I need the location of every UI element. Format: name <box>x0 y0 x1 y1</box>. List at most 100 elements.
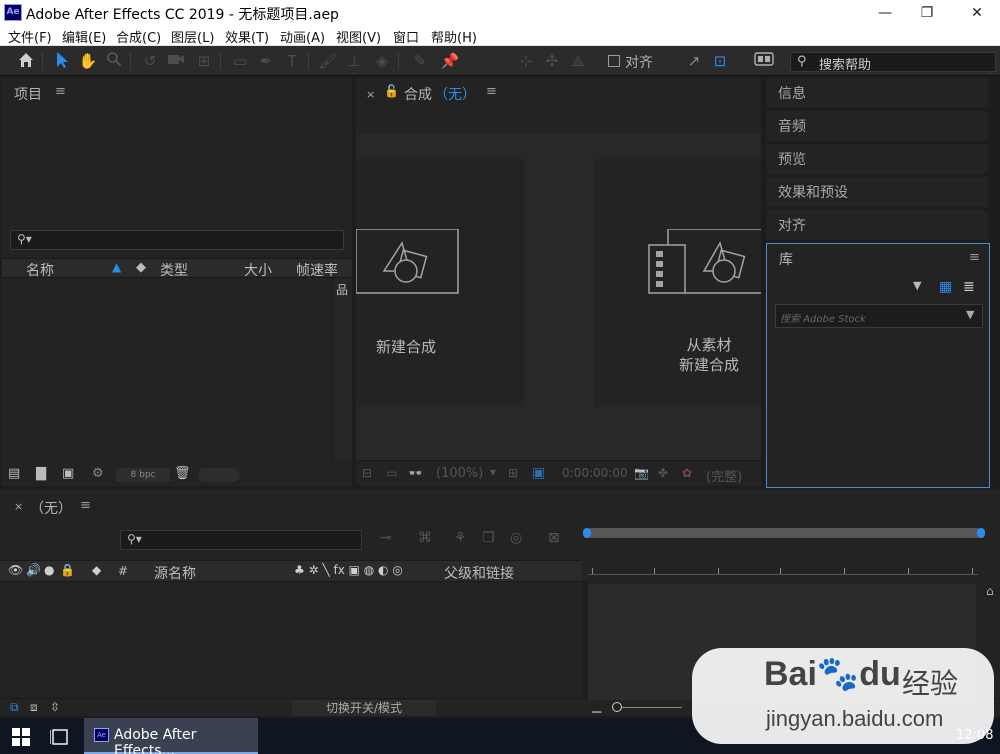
composition-tab-value[interactable]: （无） <box>434 84 476 104</box>
library-select[interactable]: ▼ <box>777 278 929 298</box>
column-size[interactable]: 大小 <box>244 260 272 280</box>
adobe-stock-search-input[interactable]: 搜索 Adobe Stock ▼ <box>775 304 983 328</box>
audio-speaker-icon[interactable]: 🔊 <box>26 563 41 577</box>
parent-link-column[interactable]: 父级和链接 <box>444 563 514 583</box>
close-button[interactable]: ✕ <box>954 0 1000 26</box>
column-type[interactable]: 类型 <box>160 260 188 280</box>
rectangle-tool-icon[interactable]: ▭ <box>230 51 250 71</box>
local-axis-icon[interactable]: ⊹ <box>516 51 536 71</box>
transfer-controls-icon[interactable]: ⧈ <box>30 700 38 715</box>
menu-composition[interactable]: 合成(C) <box>116 27 161 46</box>
taskbar-after-effects-app[interactable]: Ae Adobe After Effects... <box>84 718 258 754</box>
snapshot-icon[interactable]: 📷 <box>634 466 649 480</box>
menu-file[interactable]: 文件(F) <box>8 27 52 46</box>
close-tab-icon[interactable]: × <box>14 500 23 513</box>
shy-layers-icon[interactable]: ⌘ <box>418 530 432 546</box>
restore-button[interactable]: ❐ <box>904 0 950 26</box>
zoom-out-icon[interactable]: ▁ <box>592 699 601 713</box>
eraser-tool-icon[interactable]: ◈ <box>372 51 392 71</box>
project-settings-icon[interactable]: ⚙ <box>92 466 104 481</box>
trash-icon[interactable]: 🗑 <box>174 466 191 481</box>
pan-behind-tool-icon[interactable]: ⊞ <box>194 51 214 71</box>
flowchart-icon[interactable]: 品 <box>336 281 348 298</box>
label-tag-icon[interactable]: ◆ <box>136 260 146 275</box>
panel-menu-icon[interactable]: ≡ <box>55 84 66 99</box>
snap-arrow-icon[interactable]: ↗ <box>684 51 704 71</box>
close-tab-icon[interactable]: × <box>366 88 375 101</box>
panel-menu-icon[interactable]: ≡ <box>969 250 980 265</box>
motion-blur-icon[interactable]: ❐ <box>482 530 495 546</box>
visibility-eye-icon[interactable]: 👁 <box>8 563 23 577</box>
lock-icon[interactable]: 🔓 <box>384 84 399 98</box>
in-out-icon[interactable]: ⇳ <box>50 700 60 714</box>
brush-tool-icon[interactable]: 🖌 <box>318 51 338 71</box>
audio-panel-tab[interactable]: 音频 <box>766 111 988 141</box>
zoom-slider-track[interactable] <box>612 707 682 708</box>
source-name-column[interactable]: 源名称 <box>154 563 196 583</box>
mask-icon[interactable]: 👓 <box>408 466 423 480</box>
grid-icon[interactable]: ▣ <box>532 465 545 481</box>
minimize-button[interactable]: — <box>862 0 908 26</box>
workspace-icon[interactable] <box>754 51 774 71</box>
solo-dot-icon[interactable]: ● <box>44 563 54 577</box>
panel-menu-icon[interactable]: ≡ <box>80 498 91 513</box>
windows-start-icon[interactable] <box>12 728 30 750</box>
pen-tool-icon[interactable]: ✒ <box>256 51 276 71</box>
toggle-switches-modes-button[interactable]: 切换开关/模式 <box>292 700 436 716</box>
frame-blending-icon[interactable]: ⚘ <box>454 530 467 546</box>
info-panel-tab[interactable]: 信息 <box>766 78 988 108</box>
new-folder-icon[interactable]: ▇ <box>36 466 46 481</box>
menu-view[interactable]: 视图(V) <box>336 27 381 46</box>
fast-preview-icon[interactable]: ⊟ <box>362 466 372 480</box>
graph-editor-icon[interactable]: ◎ <box>510 530 522 546</box>
hand-tool-icon[interactable]: ✋ <box>78 51 98 71</box>
preview-panel-tab[interactable]: 预览 <box>766 144 988 174</box>
work-area-bar[interactable] <box>586 528 982 538</box>
clone-stamp-tool-icon[interactable]: ⊥ <box>344 51 364 71</box>
library-panel-title[interactable]: 库 <box>779 249 793 269</box>
project-scrollbar[interactable]: 品 <box>332 278 352 462</box>
task-view-icon[interactable] <box>49 728 70 750</box>
zoom-slider-handle[interactable] <box>612 702 622 712</box>
display-icon[interactable]: ▭ <box>386 466 397 480</box>
thumbnail-slider[interactable] <box>198 468 240 482</box>
view-axis-icon[interactable]: ⟁ <box>568 51 588 71</box>
zoom-indicator-icon[interactable]: ⌂ <box>986 584 994 598</box>
timeline-tab-label[interactable]: （无） <box>30 498 72 518</box>
color-channel-icon[interactable]: ✿ <box>682 466 692 480</box>
timeline-search-input[interactable]: ⚲▾ <box>120 530 362 550</box>
layer-switches-toggle-icon[interactable]: ⧉ <box>10 700 19 715</box>
roto-brush-tool-icon[interactable]: ✎ <box>410 51 430 71</box>
list-view-icon[interactable]: ≣ <box>963 279 975 295</box>
project-panel-title[interactable]: 项目 <box>14 84 42 104</box>
effects-presets-panel-tab[interactable]: 效果和预设 <box>766 177 988 207</box>
puppet-pin-tool-icon[interactable]: 📌 <box>440 51 460 71</box>
menu-layer[interactable]: 图层(L) <box>171 27 214 46</box>
column-name[interactable]: 名称 <box>26 260 54 280</box>
layer-number-column[interactable]: # <box>118 564 128 578</box>
home-icon[interactable] <box>16 51 36 71</box>
new-composition-icon[interactable]: ▣ <box>62 466 74 481</box>
rotate-tool-icon[interactable]: ↺ <box>140 51 160 71</box>
camera-tool-icon[interactable] <box>166 51 186 71</box>
zoom-level[interactable]: (100%) <box>436 466 483 481</box>
project-search-input[interactable]: ⚲▾ <box>10 230 344 250</box>
bpc-button[interactable]: 8 bpc <box>116 468 170 482</box>
search-help-field[interactable]: ⚲ 搜索帮助 <box>790 52 996 73</box>
grid-view-icon[interactable]: ▦ <box>939 279 952 295</box>
align-panel-tab[interactable]: 对齐 <box>766 210 988 240</box>
collapse-icon[interactable]: ⊠ <box>548 530 560 546</box>
menu-effect[interactable]: 效果(T) <box>225 27 269 46</box>
column-framerate[interactable]: 帧速率 <box>296 260 338 280</box>
label-tag-icon[interactable]: ◆ <box>92 563 101 577</box>
world-axis-icon[interactable]: ✣ <box>542 51 562 71</box>
quality-level[interactable]: (完整) <box>706 466 742 485</box>
menu-help[interactable]: 帮助(H) <box>431 27 477 46</box>
lock-icon[interactable]: 🔒 <box>60 563 75 577</box>
chevron-down-icon[interactable]: ▼ <box>966 308 974 321</box>
new-composition-from-footage-card[interactable]: 从素材 新建合成 <box>593 159 761 407</box>
text-tool-icon[interactable]: T <box>282 51 302 71</box>
composition-tab-label[interactable]: 合成 <box>404 84 432 104</box>
resolution-icon[interactable]: ⊞ <box>508 466 518 480</box>
menu-window[interactable]: 窗口 <box>393 27 419 46</box>
